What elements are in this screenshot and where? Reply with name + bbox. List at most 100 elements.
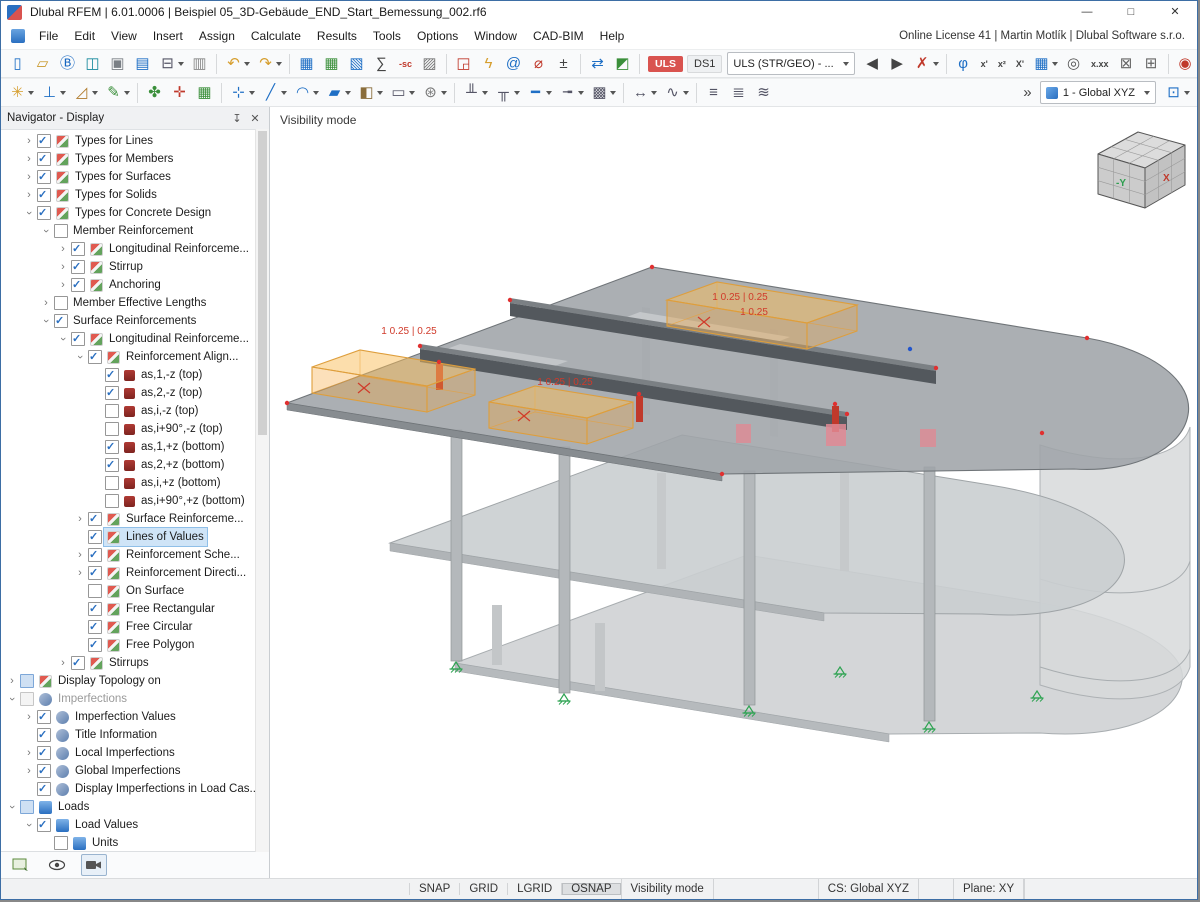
visibility-checkbox[interactable] [37,746,51,760]
tree-item-surface-reinforceme[interactable]: ›Surface Reinforceme... [1,510,255,528]
opening-button[interactable]: ▭ [387,81,417,105]
chevron-down-icon[interactable] [124,91,130,95]
visibility-checkbox[interactable] [71,260,85,274]
design-situation-combo[interactable]: ULS (STR/GEO) - ... [727,52,854,75]
tree-item-surface-reinforcements[interactable]: ›Surface Reinforcements [1,312,255,330]
line-button[interactable]: ╱ [259,81,289,105]
minimize-button[interactable]: — [1065,1,1109,23]
design-situation-badge[interactable]: DS1 [687,55,722,73]
visibility-checkbox[interactable] [88,512,102,526]
filter-tables-button[interactable]: ▨ [418,52,441,76]
tree-item-reinforcement-directi[interactable]: ›Reinforcement Directi... [1,564,255,582]
open-model-button[interactable]: ▱ [31,52,54,76]
save-button[interactable]: ▤ [131,52,154,76]
menu-window[interactable]: Window [466,25,525,47]
more-toolbar-button[interactable]: » [1016,81,1039,105]
status-toggle-snap[interactable]: SNAP [409,883,459,895]
visibility-checkbox[interactable] [54,224,68,238]
undo-button[interactable]: ↶ [222,52,252,76]
chevron-down-icon[interactable] [1052,62,1058,66]
tree-item-local-imperfections[interactable]: ›Local Imperfections [1,744,255,762]
visibility-checkbox[interactable] [20,674,34,688]
chevron-down-icon[interactable] [377,91,383,95]
chevron-down-icon[interactable] [1144,91,1150,95]
collapse-arrow-icon[interactable]: › [37,314,55,328]
tree-item-as-2-z-top[interactable]: as,2,-z (top) [1,384,255,402]
tree-item-stirrup[interactable]: ›Stirrup [1,258,255,276]
chevron-down-icon[interactable] [92,91,98,95]
tree-item-title-information[interactable]: Title Information [1,726,255,744]
results-tables-button[interactable]: ▦ [320,52,343,76]
visibility-checkbox[interactable] [71,278,85,292]
collapse-arrow-icon[interactable]: › [37,224,55,238]
chevron-down-icon[interactable] [1184,91,1190,95]
chevron-down-icon[interactable] [249,91,255,95]
tree-item-free-rectangular[interactable]: Free Rectangular [1,600,255,618]
member-hinge-button[interactable]: ╼ [556,81,586,105]
hatch-pattern-button[interactable]: ≋ [752,81,775,105]
chevron-down-icon[interactable] [482,91,488,95]
visibility-checkbox[interactable] [37,728,51,742]
visibility-checkbox[interactable] [88,530,102,544]
paste-button[interactable]: ▣ [106,52,129,76]
views-navigator-tab[interactable] [45,855,69,875]
display-properties-button[interactable]: ⊡ [1162,81,1192,105]
edit-tables-button[interactable]: ▧ [345,52,368,76]
visibility-checkbox[interactable] [54,836,68,850]
visibility-checkbox[interactable] [54,314,68,328]
visibility-checkbox[interactable] [37,206,51,220]
chevron-down-icon[interactable] [178,62,184,66]
dimension-button[interactable]: ↔ [629,81,659,105]
decimal-places-button[interactable]: x.xx [1087,52,1113,76]
tree-item-free-polygon[interactable]: Free Polygon [1,636,255,654]
navigation-cube[interactable]: -Y X [1098,132,1185,208]
expand-arrow-icon[interactable]: › [39,294,53,312]
arc-button[interactable]: ◠ [291,81,321,105]
status-toggle-osnap[interactable]: OSNAP [561,883,620,895]
expand-arrow-icon[interactable]: › [22,762,36,780]
grasshopper-button[interactable]: ✤ [143,81,166,105]
tree-item-reinforcement-sche[interactable]: ›Reinforcement Sche... [1,546,255,564]
chevron-down-icon[interactable] [933,62,939,66]
solid-button[interactable]: ◧ [355,81,385,105]
result-diagram-button[interactable]: φ [952,52,975,76]
visibility-checkbox[interactable] [37,818,51,832]
pin-panel-icon[interactable]: ↧ [229,112,245,125]
menu-cad-bim[interactable]: CAD-BIM [525,25,592,47]
chevron-down-icon[interactable] [610,91,616,95]
snap-settings-button[interactable]: ✳ [6,81,36,105]
model-viewport[interactable]: Visibility mode [270,107,1197,878]
visibility-checkbox[interactable] [105,440,119,454]
tree-item-stirrups[interactable]: ›Stirrups [1,654,255,672]
line-pattern2-button[interactable]: ≣ [727,81,750,105]
visibility-checkbox[interactable] [88,620,102,634]
tree-item-as-i-90-z-bottom[interactable]: as,i+90°,+z (bottom) [1,492,255,510]
result-grid-button[interactable]: ▦ [1030,52,1060,76]
visibility-checkbox[interactable] [54,296,68,310]
visibility-checkbox[interactable] [20,800,34,814]
expand-arrow-icon[interactable]: › [73,546,87,564]
tree-item-free-circular[interactable]: Free Circular [1,618,255,636]
visibility-checkbox[interactable] [105,386,119,400]
tree-item-as-1-z-top[interactable]: as,1,-z (top) [1,366,255,384]
menu-help[interactable]: Help [592,25,633,47]
chevron-down-icon[interactable] [60,91,66,95]
visibility-checkbox[interactable] [88,350,102,364]
tree-item-anchoring[interactable]: ›Anchoring [1,276,255,294]
printout-report-button[interactable]: ▥ [188,52,211,76]
menu-assign[interactable]: Assign [191,25,243,47]
tree-item-as-2-z-bottom[interactable]: as,2,+z (bottom) [1,456,255,474]
visibility-checkbox[interactable] [37,152,51,166]
chevron-down-icon[interactable] [843,62,849,66]
visibility-checkbox[interactable] [88,584,102,598]
next-load-case-button[interactable]: ▶ [886,52,909,76]
visibility-checkbox[interactable] [105,404,119,418]
chevron-down-icon[interactable] [281,91,287,95]
chevron-down-icon[interactable] [578,91,584,95]
menu-options[interactable]: Options [409,25,466,47]
search-value-button[interactable]: ◎ [1062,52,1085,76]
collapse-arrow-icon[interactable]: › [3,800,21,814]
tree-item-imperfections[interactable]: ›Imperfections [1,690,255,708]
menu-insert[interactable]: Insert [145,25,191,47]
collapse-arrow-icon[interactable]: › [20,818,38,832]
